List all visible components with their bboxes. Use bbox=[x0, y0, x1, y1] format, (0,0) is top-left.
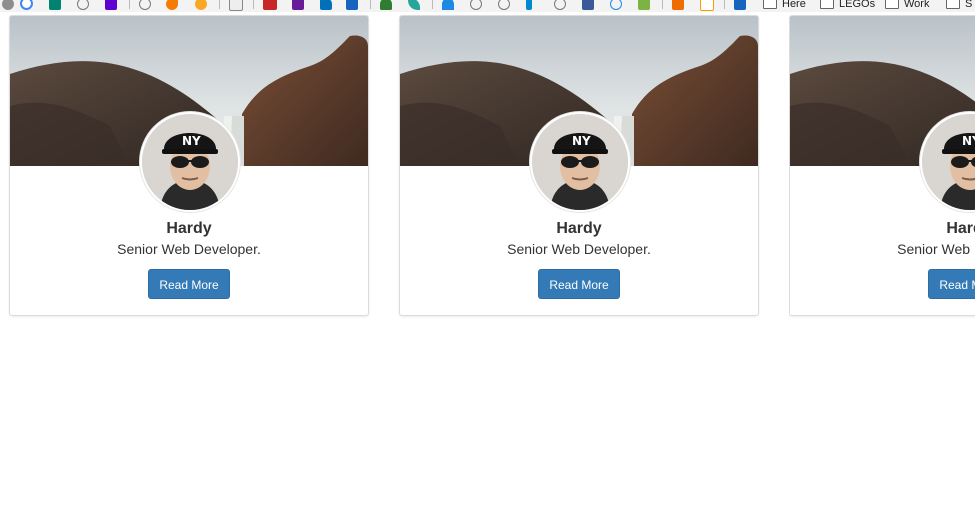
paypal-icon[interactable] bbox=[320, 0, 335, 10]
separator bbox=[253, 0, 254, 9]
yellow-bookmark-icon[interactable] bbox=[195, 0, 210, 10]
orange-bookmark-icon[interactable] bbox=[166, 0, 181, 10]
red-bookmark-icon[interactable] bbox=[263, 0, 280, 10]
profile-title: Senior Web Developer. bbox=[897, 241, 975, 257]
grid-icon[interactable] bbox=[734, 0, 749, 10]
globe-icon[interactable] bbox=[139, 0, 154, 10]
purple-bookmark-icon[interactable] bbox=[292, 0, 307, 10]
folder-icon bbox=[763, 0, 777, 9]
blue-square-icon[interactable] bbox=[346, 0, 361, 10]
bookmark-folder-s[interactable]: S bbox=[946, 0, 972, 10]
globe-icon[interactable] bbox=[470, 0, 485, 10]
yahoo-icon[interactable] bbox=[105, 0, 120, 10]
bookmark-folder-here[interactable]: Here bbox=[763, 0, 806, 10]
separator bbox=[432, 0, 433, 9]
bookmark-folder-work[interactable]: Work bbox=[885, 0, 929, 10]
leaf-icon[interactable] bbox=[408, 0, 423, 10]
read-more-button[interactable]: Read More bbox=[928, 269, 975, 299]
profile-title: Senior Web Developer. bbox=[117, 241, 261, 257]
amazon-icon[interactable] bbox=[700, 0, 717, 11]
read-more-button[interactable]: Read More bbox=[538, 269, 620, 299]
green-bookmark-icon[interactable] bbox=[638, 0, 653, 10]
folder-icon bbox=[885, 0, 899, 9]
bing-icon[interactable] bbox=[49, 0, 64, 10]
separator bbox=[129, 0, 130, 9]
folder-icon bbox=[820, 0, 834, 9]
card-clip: NY Hardy Senior Web Developer. Read More bbox=[789, 15, 975, 320]
globe-icon[interactable] bbox=[610, 0, 625, 10]
profile-card: NY Hardy Senior Web Developer. Read More bbox=[399, 15, 759, 316]
separator bbox=[370, 0, 371, 9]
profile-card: NY Hardy Senior Web Developer. Read More bbox=[789, 15, 975, 316]
google-icon[interactable] bbox=[20, 0, 36, 10]
profile-name: Hardy bbox=[166, 220, 212, 237]
avatar: NY bbox=[530, 112, 630, 212]
profile-name: Hardy bbox=[556, 220, 602, 237]
profile-name: Hardy bbox=[946, 220, 975, 237]
read-more-button[interactable]: Read More bbox=[148, 269, 230, 299]
folder-icon bbox=[946, 0, 960, 9]
profile-card: NY Hardy Senior Web Developer. Read More bbox=[9, 15, 369, 316]
bookmarks-bar: Here LEGOs Work S bbox=[0, 0, 975, 12]
chrome-apps-icon[interactable] bbox=[2, 0, 17, 10]
wifi-icon[interactable] bbox=[442, 0, 457, 10]
avatar: NY bbox=[140, 112, 240, 212]
globe-icon[interactable] bbox=[77, 0, 92, 10]
check-icon[interactable] bbox=[526, 0, 535, 10]
palm-icon[interactable] bbox=[380, 0, 395, 10]
facebook-icon[interactable] bbox=[582, 0, 597, 10]
bookmark-folder-legos[interactable]: LEGOs bbox=[820, 0, 875, 10]
separator bbox=[219, 0, 220, 9]
orange-u-icon[interactable] bbox=[672, 0, 687, 10]
svg-text:NY: NY bbox=[572, 134, 591, 148]
svg-text:NY: NY bbox=[962, 134, 975, 148]
svg-text:NY: NY bbox=[182, 134, 201, 148]
separator bbox=[662, 0, 663, 9]
globe-icon[interactable] bbox=[498, 0, 513, 10]
profile-title: Senior Web Developer. bbox=[507, 241, 651, 257]
globe-icon[interactable] bbox=[554, 0, 569, 10]
blank-page-icon[interactable] bbox=[229, 0, 246, 11]
separator bbox=[724, 0, 725, 9]
